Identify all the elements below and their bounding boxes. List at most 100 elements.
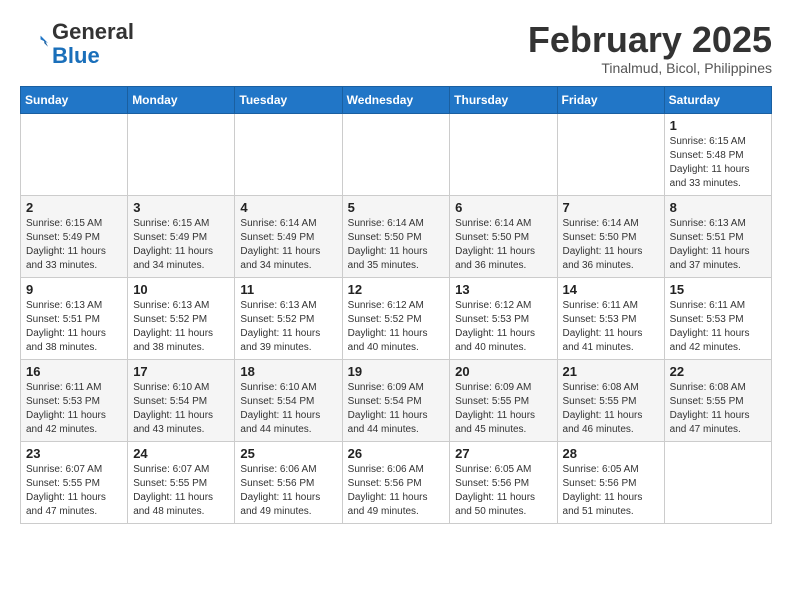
calendar-cell: 7 Sunrise: 6:14 AM Sunset: 5:50 PM Daylig… [557,195,664,277]
day-info: Sunrise: 6:13 AM Sunset: 5:52 PM Dayligh… [133,299,229,355]
day-number: 20 [455,364,551,379]
calendar-cell: 9 Sunrise: 6:13 AM Sunset: 5:51 PM Daylig… [21,277,128,359]
day-number: 3 [133,200,229,215]
calendar-cell: 22 Sunrise: 6:08 AM Sunset: 5:55 PM Dayli… [664,359,771,441]
calendar-cell: 13Sunrise: 6:12 AM Sunset: 5:53 PM Dayli… [450,277,557,359]
day-number: 4 [240,200,336,215]
day-number: 15 [670,282,766,297]
weekday-header-friday: Friday [557,86,664,113]
calendar-cell [450,113,557,195]
day-info: Sunrise: 6:12 AM Sunset: 5:52 PM Dayligh… [348,299,445,355]
calendar-cell: 4Sunrise: 6:14 AM Sunset: 5:49 PM Daylig… [235,195,342,277]
calendar-cell: 17 Sunrise: 6:10 AM Sunset: 5:54 PM Dayli… [128,359,235,441]
calendar-week-row: 9 Sunrise: 6:13 AM Sunset: 5:51 PM Daylig… [21,277,772,359]
calendar-cell: 12 Sunrise: 6:12 AM Sunset: 5:52 PM Dayli… [342,277,450,359]
weekday-header-saturday: Saturday [664,86,771,113]
day-info: Sunrise: 6:08 AM Sunset: 5:55 PM Dayligh… [670,381,766,437]
day-info: Sunrise: 6:11 AM Sunset: 5:53 PM Dayligh… [26,381,122,437]
logo-icon [20,30,48,58]
weekday-header-sunday: Sunday [21,86,128,113]
calendar-cell: 25Sunrise: 6:06 AM Sunset: 5:56 PM Dayli… [235,441,342,523]
day-number: 8 [670,200,766,215]
day-info: Sunrise: 6:15 AM Sunset: 5:48 PM Dayligh… [670,135,766,191]
day-info: Sunrise: 6:14 AM Sunset: 5:50 PM Dayligh… [563,217,659,273]
calendar-cell: 15Sunrise: 6:11 AM Sunset: 5:53 PM Dayli… [664,277,771,359]
calendar-cell: 8 Sunrise: 6:13 AM Sunset: 5:51 PM Daylig… [664,195,771,277]
day-info: Sunrise: 6:11 AM Sunset: 5:53 PM Dayligh… [563,299,659,355]
calendar-cell: 18 Sunrise: 6:10 AM Sunset: 5:54 PM Dayli… [235,359,342,441]
month-year: February 2025 [528,20,772,60]
day-number: 11 [240,282,336,297]
weekday-header-monday: Monday [128,86,235,113]
day-number: 27 [455,446,551,461]
day-number: 22 [670,364,766,379]
day-info: Sunrise: 6:14 AM Sunset: 5:50 PM Dayligh… [455,217,551,273]
logo-blue: Blue [52,43,100,68]
calendar-cell: 21 Sunrise: 6:08 AM Sunset: 5:55 PM Dayli… [557,359,664,441]
day-info: Sunrise: 6:06 AM Sunset: 5:56 PM Dayligh… [240,463,336,519]
day-number: 7 [563,200,659,215]
calendar-cell: 20Sunrise: 6:09 AM Sunset: 5:55 PM Dayli… [450,359,557,441]
day-number: 2 [26,200,122,215]
weekday-header-wednesday: Wednesday [342,86,450,113]
calendar-cell: 19 Sunrise: 6:09 AM Sunset: 5:54 PM Dayli… [342,359,450,441]
calendar-cell: 1 Sunrise: 6:15 AM Sunset: 5:48 PM Daylig… [664,113,771,195]
day-info: Sunrise: 6:13 AM Sunset: 5:52 PM Dayligh… [240,299,336,355]
day-info: Sunrise: 6:05 AM Sunset: 5:56 PM Dayligh… [455,463,551,519]
day-number: 21 [563,364,659,379]
day-number: 9 [26,282,122,297]
calendar-cell: 16Sunrise: 6:11 AM Sunset: 5:53 PM Dayli… [21,359,128,441]
day-info: Sunrise: 6:09 AM Sunset: 5:54 PM Dayligh… [348,381,445,437]
calendar-week-row: 16Sunrise: 6:11 AM Sunset: 5:53 PM Dayli… [21,359,772,441]
calendar-week-row: 2 Sunrise: 6:15 AM Sunset: 5:49 PM Daylig… [21,195,772,277]
day-info: Sunrise: 6:05 AM Sunset: 5:56 PM Dayligh… [563,463,659,519]
day-info: Sunrise: 6:13 AM Sunset: 5:51 PM Dayligh… [670,217,766,273]
calendar-cell: 26 Sunrise: 6:06 AM Sunset: 5:56 PM Dayli… [342,441,450,523]
calendar-cell [342,113,450,195]
page-header: General Blue February 2025 Tinalmud, Bic… [20,20,772,76]
day-number: 17 [133,364,229,379]
calendar-cell: 27 Sunrise: 6:05 AM Sunset: 5:56 PM Dayli… [450,441,557,523]
calendar-cell [664,441,771,523]
calendar-cell: 10 Sunrise: 6:13 AM Sunset: 5:52 PM Dayli… [128,277,235,359]
day-number: 28 [563,446,659,461]
weekday-header-row: SundayMondayTuesdayWednesdayThursdayFrid… [21,86,772,113]
calendar-week-row: 23Sunrise: 6:07 AM Sunset: 5:55 PM Dayli… [21,441,772,523]
day-number: 10 [133,282,229,297]
day-number: 1 [670,118,766,133]
day-info: Sunrise: 6:13 AM Sunset: 5:51 PM Dayligh… [26,299,122,355]
logo-general: General [52,19,134,44]
calendar-cell: 11 Sunrise: 6:13 AM Sunset: 5:52 PM Dayli… [235,277,342,359]
day-number: 6 [455,200,551,215]
day-number: 19 [348,364,445,379]
day-info: Sunrise: 6:07 AM Sunset: 5:55 PM Dayligh… [26,463,122,519]
day-info: Sunrise: 6:10 AM Sunset: 5:54 PM Dayligh… [133,381,229,437]
day-number: 24 [133,446,229,461]
calendar-cell: 6 Sunrise: 6:14 AM Sunset: 5:50 PM Daylig… [450,195,557,277]
calendar-cell [21,113,128,195]
day-info: Sunrise: 6:10 AM Sunset: 5:54 PM Dayligh… [240,381,336,437]
day-number: 18 [240,364,336,379]
calendar-cell: 24 Sunrise: 6:07 AM Sunset: 5:55 PM Dayli… [128,441,235,523]
weekday-header-thursday: Thursday [450,86,557,113]
day-info: Sunrise: 6:15 AM Sunset: 5:49 PM Dayligh… [26,217,122,273]
day-info: Sunrise: 6:07 AM Sunset: 5:55 PM Dayligh… [133,463,229,519]
calendar-cell [235,113,342,195]
day-info: Sunrise: 6:08 AM Sunset: 5:55 PM Dayligh… [563,381,659,437]
logo: General Blue [20,20,134,68]
calendar-cell: 3 Sunrise: 6:15 AM Sunset: 5:49 PM Daylig… [128,195,235,277]
day-number: 14 [563,282,659,297]
day-number: 26 [348,446,445,461]
location: Tinalmud, Bicol, Philippines [528,60,772,76]
day-info: Sunrise: 6:06 AM Sunset: 5:56 PM Dayligh… [348,463,445,519]
day-number: 12 [348,282,445,297]
day-info: Sunrise: 6:12 AM Sunset: 5:53 PM Dayligh… [455,299,551,355]
day-info: Sunrise: 6:15 AM Sunset: 5:49 PM Dayligh… [133,217,229,273]
day-number: 5 [348,200,445,215]
calendar-cell: 5 Sunrise: 6:14 AM Sunset: 5:50 PM Daylig… [342,195,450,277]
weekday-header-tuesday: Tuesday [235,86,342,113]
calendar-cell: 23Sunrise: 6:07 AM Sunset: 5:55 PM Dayli… [21,441,128,523]
title-block: February 2025 Tinalmud, Bicol, Philippin… [528,20,772,76]
day-info: Sunrise: 6:14 AM Sunset: 5:50 PM Dayligh… [348,217,445,273]
calendar-week-row: 1 Sunrise: 6:15 AM Sunset: 5:48 PM Daylig… [21,113,772,195]
